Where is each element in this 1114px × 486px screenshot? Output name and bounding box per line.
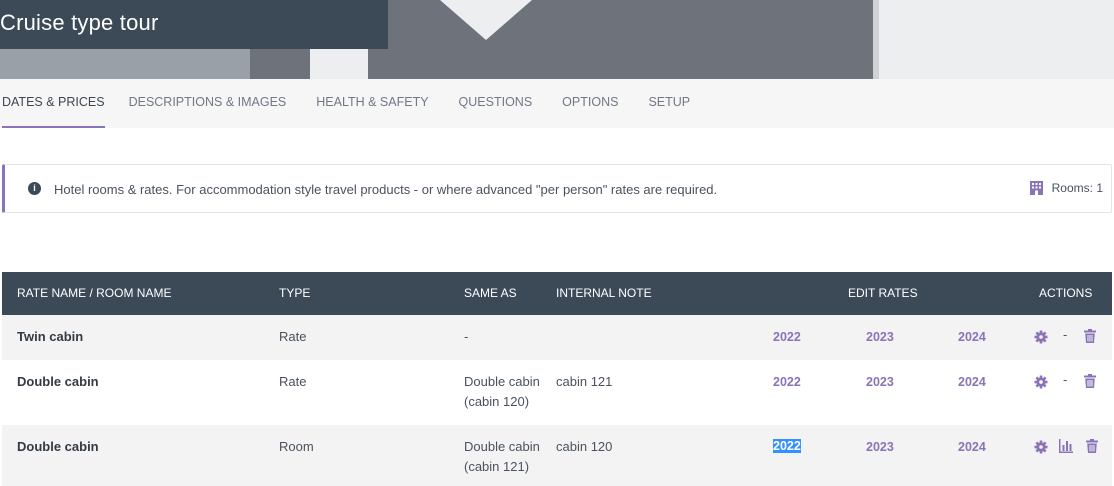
column-header-internal-note: INTERNAL NOTE [556,286,652,300]
column-header-name: RATE NAME / ROOM NAME [17,286,172,300]
row-type: Rate [279,374,307,389]
gear-icon[interactable] [1034,330,1048,344]
trash-icon[interactable] [1085,439,1099,453]
trash-icon[interactable] [1083,374,1097,388]
rates-table: RATE NAME / ROOM NAME TYPE SAME AS INTER… [2,272,1112,486]
gear-icon[interactable] [1034,440,1048,454]
tab-options[interactable]: OPTIONS [562,79,618,128]
gear-icon[interactable] [1034,375,1048,389]
row-internal-note: cabin 120 [556,439,613,454]
rate-year-link[interactable]: 2023 [866,375,894,389]
tab-questions[interactable]: QUESTIONS [459,79,533,128]
info-bar: i Hotel rooms & rates. For accommodation… [2,164,1112,213]
table-row: Double cabin Room Double cabin (cabin 12… [2,425,1112,486]
rate-year-link[interactable]: 2023 [866,440,894,454]
column-header-type: TYPE [279,286,311,300]
table-row: Twin cabin Rate - 2022 2023 2024 - [2,315,1112,360]
banner-image-shape [440,0,532,40]
column-header-actions: ACTIONS [1039,286,1093,300]
bar-chart-icon[interactable] [1059,439,1073,453]
row-type: Room [279,439,314,454]
tab-descriptions-images[interactable]: DESCRIPTIONS & IMAGES [129,79,287,128]
row-same-as: Double cabin [464,374,540,389]
title-box: Cruise type tour [0,0,388,49]
hero-banner: Cruise type tour [0,0,1114,79]
rate-year-link[interactable]: 2022 [773,330,801,344]
rooms-count[interactable]: Rooms: 1 [1029,180,1103,195]
table-header: RATE NAME / ROOM NAME TYPE SAME AS INTER… [2,272,1112,315]
row-same-as: - [464,329,469,344]
banner-image-shape [879,0,1114,79]
tab-health-safety[interactable]: HEALTH & SAFETY [316,79,428,128]
column-header-edit-rates: EDIT RATES [848,286,918,300]
rate-year-link[interactable]: 2024 [958,375,986,389]
trash-icon[interactable] [1083,329,1097,343]
tab-bar: DATES & PRICES DESCRIPTIONS & IMAGES HEA… [0,79,1114,128]
rate-year-link[interactable]: 2024 [958,330,986,344]
row-name: Double cabin [17,439,99,454]
no-chart-placeholder: - [1063,327,1068,342]
rate-year-link[interactable]: 2022 [773,375,801,389]
row-same-as-detail: (cabin 120) [464,394,530,409]
table-row: Double cabin Rate Double cabin (cabin 12… [2,360,1112,425]
tab-dates-prices[interactable]: DATES & PRICES [2,79,105,128]
rate-year-link[interactable]: 2024 [958,440,986,454]
no-chart-placeholder: - [1063,372,1068,387]
row-name: Double cabin [17,374,99,389]
row-name: Twin cabin [17,329,84,344]
rate-year-link[interactable]: 2023 [866,330,894,344]
hotel-icon [1029,181,1043,195]
rate-year-link-selected[interactable]: 2022 [773,439,801,453]
row-internal-note: cabin 121 [556,374,613,389]
row-same-as-detail: (cabin 121) [464,459,530,474]
rooms-label: Rooms: 1 [1051,180,1103,195]
info-icon: i [28,182,41,195]
row-same-as: Double cabin [464,439,540,454]
page-title: Cruise type tour [0,10,159,35]
info-message: Hotel rooms & rates. For accommodation s… [54,182,718,197]
column-header-same-as: SAME AS [464,286,517,300]
row-type: Rate [279,329,307,344]
tab-setup[interactable]: SETUP [648,79,690,128]
